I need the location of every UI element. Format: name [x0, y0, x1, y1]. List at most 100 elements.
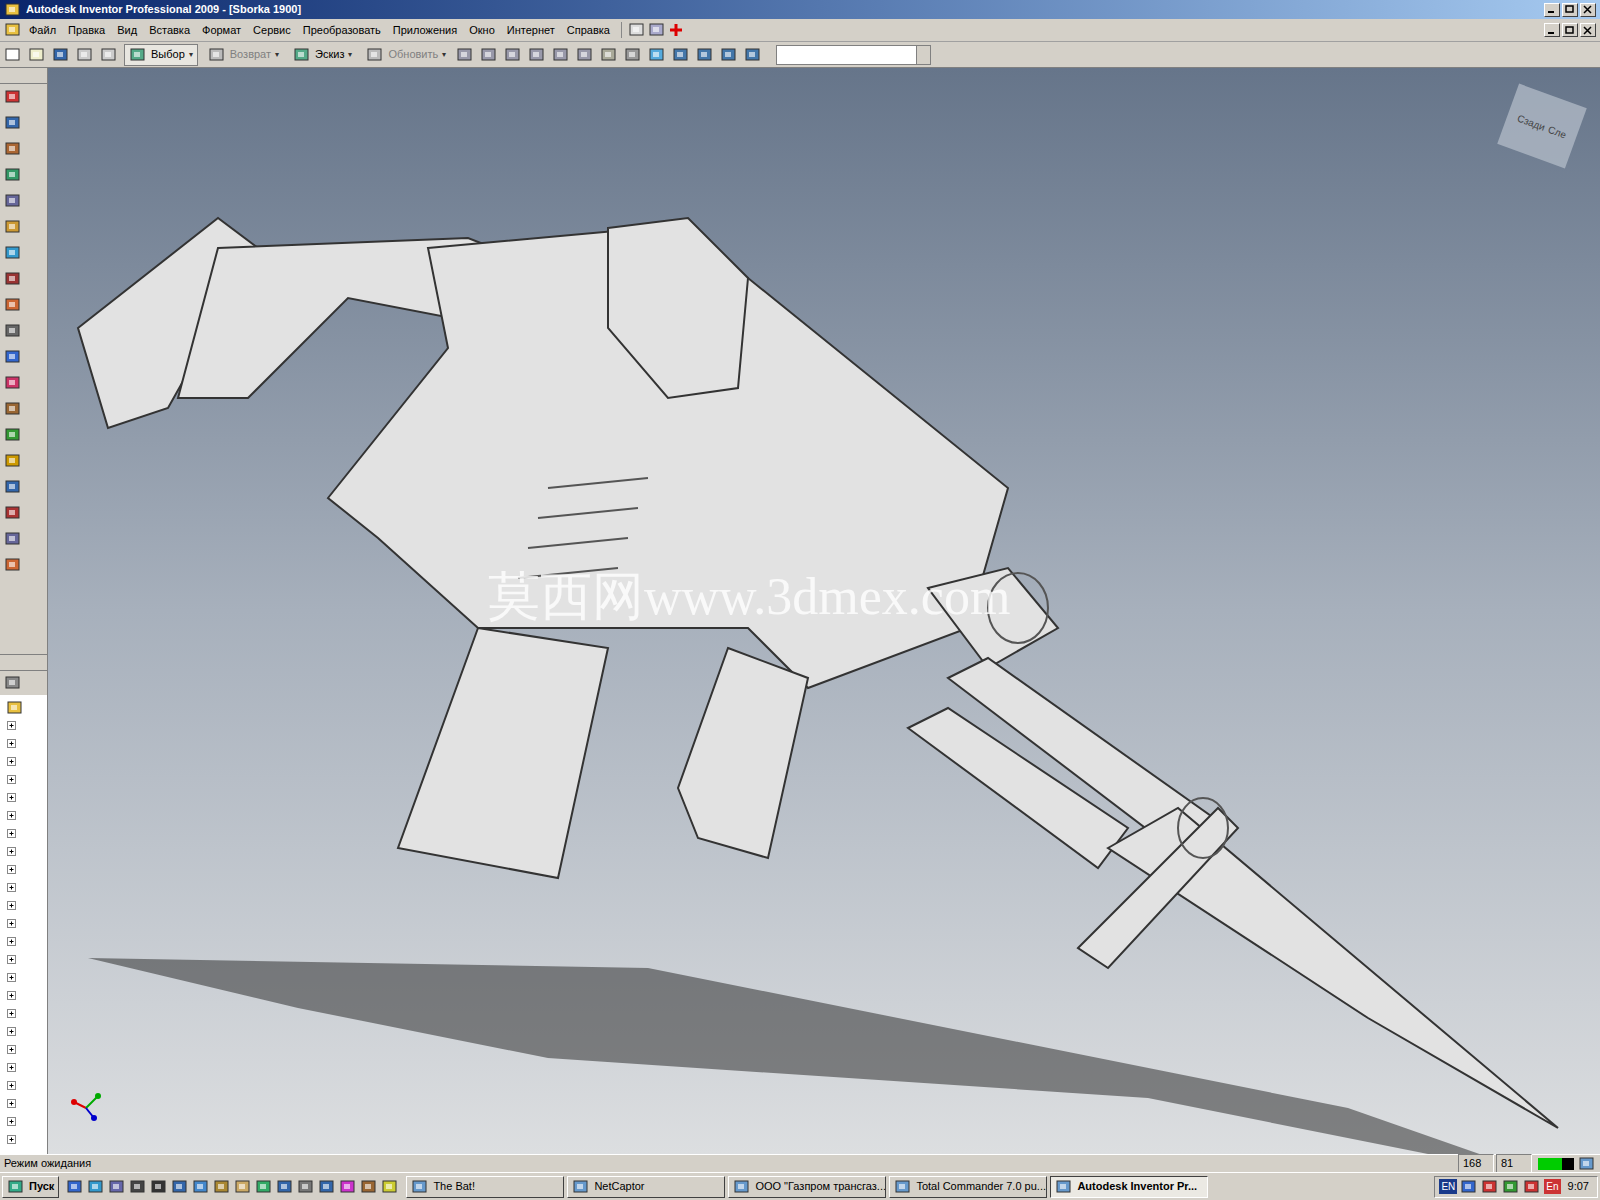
feature-icon[interactable] — [4, 400, 22, 418]
feature-icon[interactable] — [4, 374, 22, 392]
quicklaunch-icon[interactable] — [129, 1178, 147, 1196]
task-icon[interactable] — [411, 1178, 429, 1196]
view-tool-icon[interactable] — [576, 46, 594, 64]
view-cube-face[interactable]: Сле — [1546, 121, 1569, 141]
quicklaunch-icon[interactable] — [255, 1178, 273, 1196]
view-cube[interactable]: СзадиСле — [1497, 84, 1587, 169]
panel-tool[interactable] — [0, 292, 47, 318]
assembly-icon[interactable] — [6, 699, 24, 717]
feature-icon[interactable] — [4, 114, 22, 132]
expand-icon[interactable] — [6, 969, 18, 987]
panel-tool[interactable] — [0, 162, 47, 188]
quicklaunch-icon[interactable] — [318, 1178, 336, 1196]
panel-tool[interactable] — [0, 84, 47, 110]
quicklaunch-icon[interactable] — [192, 1178, 210, 1196]
view-tool-icon[interactable] — [600, 46, 618, 64]
keyboard-layout[interactable]: En — [1544, 1179, 1560, 1194]
maximize-button[interactable] — [1562, 23, 1578, 37]
panel-tool[interactable] — [0, 500, 47, 526]
expand-icon[interactable] — [6, 987, 18, 1005]
tray-icon[interactable] — [1481, 1178, 1499, 1196]
open-icon[interactable] — [28, 46, 46, 64]
help-icon[interactable] — [1578, 1155, 1596, 1173]
redo-icon[interactable] — [100, 46, 118, 64]
expand-icon[interactable] — [6, 1041, 18, 1059]
view-tool-icon[interactable] — [720, 46, 738, 64]
view-tool-icon[interactable] — [456, 46, 474, 64]
quicklaunch-icon[interactable] — [66, 1178, 84, 1196]
panel-tool[interactable] — [0, 214, 47, 240]
expand-icon[interactable] — [6, 915, 18, 933]
panel-tool[interactable] — [0, 188, 47, 214]
quicklaunch-icon[interactable] — [150, 1178, 168, 1196]
tray-icon[interactable] — [1523, 1178, 1541, 1196]
task-button[interactable]: Total Commander 7.0 pu... — [889, 1176, 1047, 1198]
expand-icon[interactable] — [6, 807, 18, 825]
new-icon[interactable] — [4, 46, 22, 64]
feature-icon[interactable] — [4, 218, 22, 236]
view-tool-icon[interactable] — [624, 46, 642, 64]
quicklaunch-icon[interactable] — [297, 1178, 315, 1196]
quicklaunch-icon[interactable] — [360, 1178, 378, 1196]
quicklaunch-icon[interactable] — [234, 1178, 252, 1196]
expand-icon[interactable] — [6, 897, 18, 915]
undo-icon[interactable] — [76, 46, 94, 64]
menu-item[interactable]: Вид — [112, 22, 142, 39]
feature-icon[interactable] — [4, 556, 22, 574]
feature-icon[interactable] — [4, 244, 22, 262]
toolbar-button[interactable]: Выбор▾ — [124, 44, 198, 66]
panel-tool[interactable] — [0, 422, 47, 448]
tool-icon[interactable] — [208, 46, 226, 64]
view-cube-face[interactable]: Сзади — [1515, 110, 1547, 134]
view-tool-icon[interactable] — [504, 46, 522, 64]
view-tool-icon[interactable] — [696, 46, 714, 64]
feature-icon[interactable] — [4, 426, 22, 444]
close-button[interactable] — [1580, 23, 1596, 37]
windows-logo-icon[interactable] — [7, 1178, 25, 1196]
task-button[interactable]: Autodesk Inventor Pr... — [1050, 1176, 1208, 1198]
task-icon[interactable] — [572, 1178, 590, 1196]
quicklaunch-icon[interactable] — [276, 1178, 294, 1196]
feature-icon[interactable] — [4, 296, 22, 314]
quicklaunch-icon[interactable] — [339, 1178, 357, 1196]
menu-item[interactable]: Вставка — [144, 22, 195, 39]
view-tool-icon[interactable] — [744, 46, 762, 64]
task-button[interactable]: The Bat! — [406, 1176, 564, 1198]
expand-icon[interactable] — [6, 735, 18, 753]
menu-item[interactable]: Сервис — [248, 22, 296, 39]
expand-icon[interactable] — [6, 861, 18, 879]
panel-tool[interactable] — [0, 474, 47, 500]
feature-icon[interactable] — [4, 166, 22, 184]
tray-icon[interactable] — [1502, 1178, 1520, 1196]
panel-tool[interactable] — [0, 240, 47, 266]
feature-icon[interactable] — [4, 452, 22, 470]
menu-item[interactable]: Файл — [24, 22, 61, 39]
view-tool-icon[interactable] — [552, 46, 570, 64]
expand-icon[interactable] — [6, 771, 18, 789]
panel-tool[interactable] — [0, 396, 47, 422]
tool-icon[interactable] — [129, 46, 147, 64]
panel-tool[interactable] — [0, 370, 47, 396]
quicklaunch-icon[interactable] — [87, 1178, 105, 1196]
tray-icon[interactable] — [1460, 1178, 1478, 1196]
start-button[interactable]: Пуск — [2, 1176, 59, 1198]
style-dropdown[interactable] — [776, 45, 931, 65]
save-icon[interactable] — [52, 46, 70, 64]
feature-icon[interactable] — [4, 270, 22, 288]
expand-icon[interactable] — [6, 843, 18, 861]
help-icon[interactable] — [628, 21, 646, 39]
feature-icon[interactable] — [4, 322, 22, 340]
expand-icon[interactable] — [6, 753, 18, 771]
panel-tool[interactable] — [0, 318, 47, 344]
menu-item[interactable]: Правка — [63, 22, 110, 39]
expand-icon[interactable] — [6, 1005, 18, 1023]
document-icon[interactable] — [4, 21, 22, 39]
feature-icon[interactable] — [4, 140, 22, 158]
expand-icon[interactable] — [6, 1095, 18, 1113]
quicklaunch-icon[interactable] — [381, 1178, 399, 1196]
plus-icon[interactable] — [668, 22, 684, 38]
menu-item[interactable]: Формат — [197, 22, 246, 39]
minimize-button[interactable] — [1544, 3, 1560, 17]
menu-item[interactable]: Приложения — [388, 22, 462, 39]
feature-icon[interactable] — [4, 192, 22, 210]
